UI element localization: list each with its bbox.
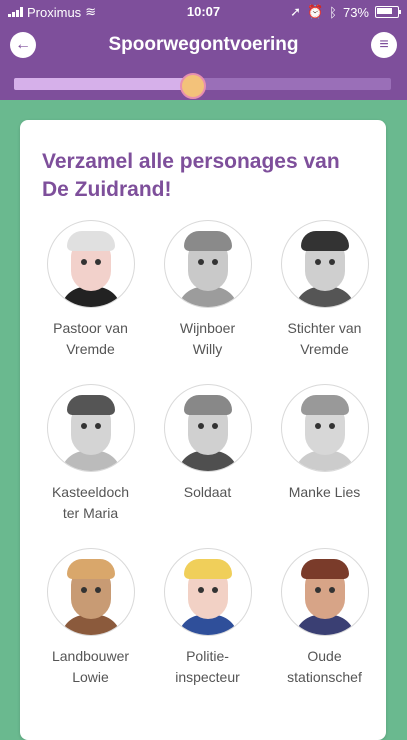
character-portrait-icon xyxy=(163,548,252,636)
status-bar: Proximus ≋ 10:07 ➚ ⏰ ᛒ 73% xyxy=(0,0,407,22)
app-header-area: Proximus ≋ 10:07 ➚ ⏰ ᛒ 73% ← Spoorwegont… xyxy=(0,0,407,100)
character-name: Stichter van Vremde xyxy=(287,320,362,357)
character-portrait-icon xyxy=(163,220,252,308)
character-portrait-icon xyxy=(46,384,135,472)
character-name: Kasteeldoch ter Maria xyxy=(51,484,130,521)
bluetooth-icon: ᛒ xyxy=(329,4,337,20)
character-item[interactable]: Politie- inspecteur xyxy=(149,548,266,712)
character-portrait-icon xyxy=(46,548,135,636)
characters-card: Verzamel alle personages van De Zuidrand… xyxy=(20,120,386,740)
page-title: Spoorwegontvoering xyxy=(108,34,299,55)
card-heading: Verzamel alle personages van De Zuidrand… xyxy=(42,150,340,201)
battery-icon xyxy=(375,6,401,18)
character-item[interactable]: Pastoor van Vremde xyxy=(32,220,149,384)
character-name: Manke Lies xyxy=(288,484,361,500)
character-item[interactable]: Soldaat xyxy=(149,384,266,548)
character-name: Landbouwer Lowie xyxy=(51,648,130,685)
character-portrait-icon xyxy=(280,384,369,472)
nav-header: ← Spoorwegontvoering ≡ xyxy=(0,22,407,66)
character-name: Politie- inspecteur xyxy=(175,648,240,685)
location-icon: ➚ xyxy=(290,4,301,19)
character-name: Pastoor van Vremde xyxy=(53,320,128,357)
character-item[interactable]: Kasteeldoch ter Maria xyxy=(32,384,149,548)
progress-bar xyxy=(0,66,407,100)
character-item[interactable]: Manke Lies xyxy=(266,384,383,548)
character-item[interactable]: Landbouwer Lowie xyxy=(32,548,149,712)
character-name: Soldaat xyxy=(183,484,232,500)
alarm-icon: ⏰ xyxy=(306,4,324,19)
progress-fill xyxy=(14,78,192,90)
menu-button[interactable]: ≡ xyxy=(371,32,397,58)
character-item[interactable]: Wijnboer Willy xyxy=(149,220,266,384)
character-portrait-icon xyxy=(46,220,135,308)
characters-grid: Pastoor van Vremde Wijnboer Willy Stichter… xyxy=(32,220,377,712)
character-name: Oude stationschef xyxy=(287,648,362,685)
character-portrait-icon xyxy=(280,548,369,636)
character-item[interactable]: Stichter van Vremde xyxy=(266,220,383,384)
progress-avatar-icon xyxy=(180,73,207,99)
battery-percent: 73% xyxy=(342,4,369,20)
character-item[interactable]: Oude stationschef xyxy=(266,548,383,712)
hamburger-menu-icon: ≡ xyxy=(379,36,389,53)
character-portrait-icon xyxy=(163,384,252,472)
character-name: Wijnboer Willy xyxy=(179,320,236,357)
character-portrait-icon xyxy=(280,220,369,308)
